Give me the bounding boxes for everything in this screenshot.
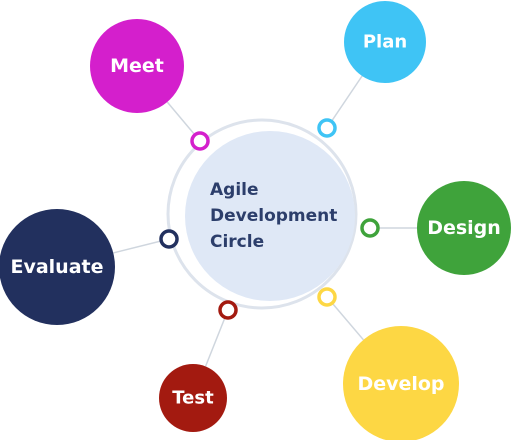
marker-meet: [190, 131, 210, 151]
marker-design: [360, 218, 380, 238]
node-label-test: Test: [172, 388, 214, 409]
center-title-line-1: Agile: [210, 180, 259, 200]
node-label-design: Design: [427, 217, 501, 239]
marker-evaluate: [159, 229, 179, 249]
node-label-evaluate: Evaluate: [10, 256, 103, 278]
marker-develop: [317, 287, 337, 307]
center-title-line-3: Circle: [210, 232, 264, 252]
node-label-meet: Meet: [110, 55, 164, 77]
diagram-stage: Agile Development Circle Meet Plan Design D…: [0, 0, 512, 440]
node-evaluate: Evaluate: [0, 209, 115, 325]
marker-plan: [317, 118, 337, 138]
node-develop: Develop: [343, 326, 459, 440]
node-meet: Meet: [90, 19, 184, 113]
node-label-plan: Plan: [363, 32, 407, 53]
marker-test: [218, 300, 238, 320]
node-design: Design: [417, 181, 511, 275]
center-title-line-2: Development: [210, 206, 337, 226]
node-plan: Plan: [344, 1, 426, 83]
node-test: Test: [159, 364, 227, 432]
agile-cycle-diagram: Agile Development Circle Meet Plan Design D…: [0, 1, 511, 440]
node-label-develop: Develop: [357, 373, 444, 395]
